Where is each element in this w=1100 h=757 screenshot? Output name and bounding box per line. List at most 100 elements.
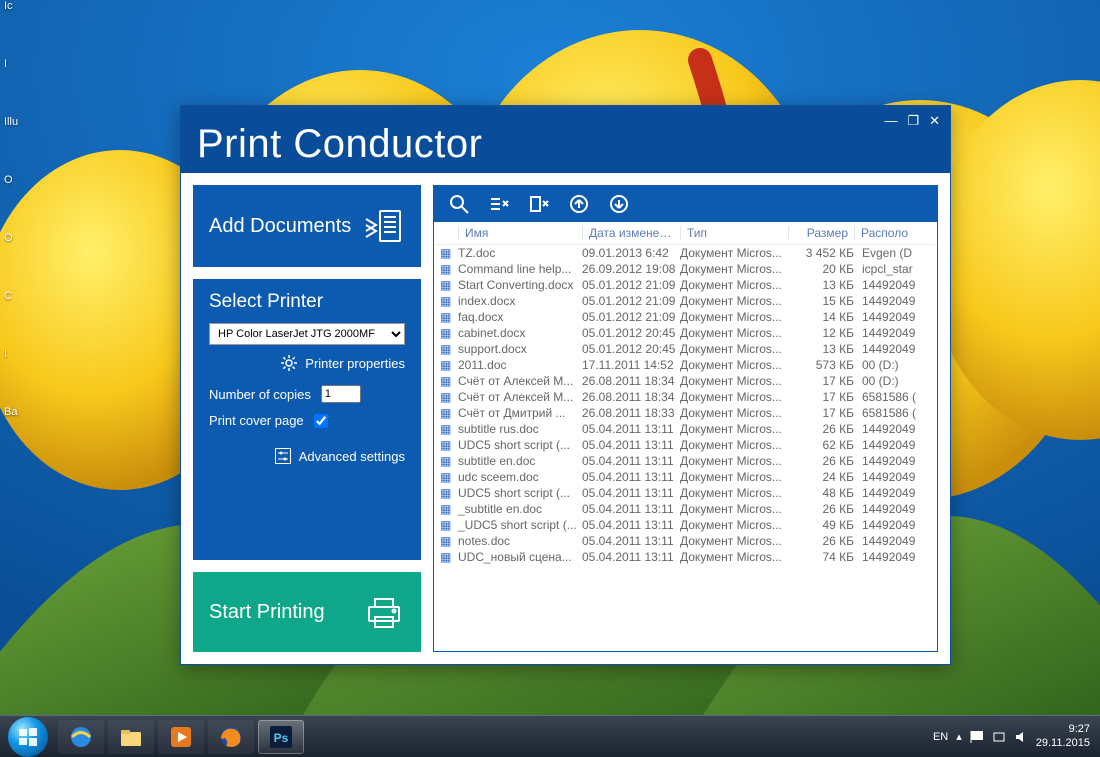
file-row[interactable]: ▦Command line help...26.09.2012 19:08Док… [434,261,937,277]
export-icon [569,194,589,214]
clear-list-button[interactable] [520,190,558,218]
file-row[interactable]: ▦faq.docx05.01.2012 21:09Документ Micros… [434,309,937,325]
search-button[interactable] [440,190,478,218]
word-doc-icon: ▦ [440,534,458,548]
word-doc-icon: ▦ [440,294,458,308]
file-row[interactable]: ▦Start Converting.docx05.01.2012 21:09До… [434,277,937,293]
search-icon [449,194,469,214]
file-list-panel: Имя Дата изменения Тип Размер Располо ▦T… [433,185,938,652]
file-row[interactable]: ▦_subtitle en.doc05.04.2011 13:11Докумен… [434,501,937,517]
ps-icon: Ps [268,724,294,750]
gear-icon [281,355,297,371]
file-row[interactable]: ▦support.docx05.01.2012 20:45Документ Mi… [434,341,937,357]
remove-selected-button[interactable] [480,190,518,218]
word-doc-icon: ▦ [440,486,458,500]
tray-clock[interactable]: 9:27 29.11.2015 [1036,723,1090,751]
advanced-settings-link[interactable]: Advanced settings [209,448,405,464]
word-doc-icon: ▦ [440,326,458,340]
word-doc-icon: ▦ [440,310,458,324]
word-doc-icon: ▦ [440,454,458,468]
file-row[interactable]: ▦UDC5 short script (...05.04.2011 13:11Д… [434,485,937,501]
sliders-icon [275,448,291,464]
desktop-icon-strip: Ic I Illu O O C I Ba [4,0,22,464]
word-doc-icon: ▦ [440,374,458,388]
word-doc-icon: ▦ [440,518,458,532]
file-row[interactable]: ▦subtitle rus.doc05.04.2011 13:11Докумен… [434,421,937,437]
select-printer-panel: Select Printer HP Color LaserJet JTG 200… [193,279,421,560]
app-window: Print Conductor — ❐ ✕ Add Documents Sele… [180,105,951,665]
import-button[interactable] [600,190,638,218]
windows-logo-icon [17,726,39,748]
file-row[interactable]: ▦2011.doc17.11.2011 14:52Документ Micros… [434,357,937,373]
file-row[interactable]: ▦UDC_новый сцена...05.04.2011 13:11Докум… [434,549,937,565]
file-row[interactable]: ▦Счёт от Алексей М...26.08.2011 18:34Док… [434,373,937,389]
file-row[interactable]: ▦subtitle en.doc05.04.2011 13:11Документ… [434,453,937,469]
printer-icon [363,591,405,633]
add-documents-label: Add Documents [209,215,351,238]
cover-page-checkbox[interactable] [314,414,328,428]
word-doc-icon: ▦ [440,390,458,404]
file-row[interactable]: ▦notes.doc05.04.2011 13:11Документ Micro… [434,533,937,549]
col-type: Тип [680,226,788,240]
flag-icon[interactable] [970,730,984,744]
taskbar-ie[interactable] [58,720,104,754]
firefox-icon [218,724,244,750]
word-doc-icon: ▦ [440,262,458,276]
word-doc-icon: ▦ [440,550,458,564]
taskbar-explorer[interactable] [108,720,154,754]
word-doc-icon: ▦ [440,502,458,516]
add-documents-button[interactable]: Add Documents [193,185,421,267]
file-toolbar [434,186,937,222]
word-doc-icon: ▦ [440,406,458,420]
file-row[interactable]: ▦Счёт от Алексей М...26.08.2011 18:34Док… [434,389,937,405]
cover-page-label: Print cover page [209,413,304,428]
printer-select[interactable]: HP Color LaserJet JTG 2000MF [209,323,405,345]
app-title: Print Conductor [197,122,482,167]
word-doc-icon: ▦ [440,470,458,484]
network-icon[interactable] [992,730,1006,744]
word-doc-icon: ▦ [440,278,458,292]
start-printing-label: Start Printing [209,601,325,624]
file-list[interactable]: Имя Дата изменения Тип Размер Располо ▦T… [434,222,937,651]
file-row[interactable]: ▦cabinet.docx05.01.2012 20:45Документ Mi… [434,325,937,341]
word-doc-icon: ▦ [440,246,458,260]
system-tray[interactable]: EN ▴ 9:27 29.11.2015 [933,723,1100,751]
taskbar-photoshop[interactable]: Ps [258,720,304,754]
word-doc-icon: ▦ [440,358,458,372]
maximize-button[interactable]: ❐ [907,114,919,127]
taskbar-firefox[interactable] [208,720,254,754]
export-button[interactable] [560,190,598,218]
taskbar-wmp[interactable] [158,720,204,754]
taskbar: Ps EN ▴ 9:27 29.11.2015 [0,715,1100,757]
copies-input[interactable] [321,385,361,403]
svg-text:Ps: Ps [274,731,289,745]
col-modified: Дата изменения [582,226,680,240]
select-printer-header: Select Printer [209,291,405,313]
file-row[interactable]: ▦TZ.doc09.01.2013 6:42Документ Micros...… [434,245,937,261]
file-list-header[interactable]: Имя Дата изменения Тип Размер Располо [434,222,937,245]
start-button[interactable] [8,717,48,757]
col-location: Располо [854,226,931,240]
file-row[interactable]: ▦udc sceem.doc05.04.2011 13:11Документ M… [434,469,937,485]
list-clear-icon [529,194,549,214]
tray-chevron-icon[interactable]: ▴ [956,730,962,743]
close-button[interactable]: ✕ [929,114,940,127]
tray-lang[interactable]: EN [933,731,948,743]
col-size: Размер [788,226,854,240]
title-bar[interactable]: Print Conductor — ❐ ✕ [181,106,950,173]
folder-icon [118,724,144,750]
import-icon [609,194,629,214]
file-row[interactable]: ▦index.docx05.01.2012 21:09Документ Micr… [434,293,937,309]
volume-icon[interactable] [1014,730,1028,744]
col-name: Имя [458,226,582,240]
start-printing-button[interactable]: Start Printing [193,572,421,652]
word-doc-icon: ▦ [440,438,458,452]
word-doc-icon: ▦ [440,422,458,436]
printer-properties-link[interactable]: Printer properties [209,355,405,371]
add-docs-icon [363,205,405,247]
file-row[interactable]: ▦Счёт от Дмитрий ...26.08.2011 18:33Доку… [434,405,937,421]
file-row[interactable]: ▦UDC5 short script (...05.04.2011 13:11Д… [434,437,937,453]
ie-icon [68,724,94,750]
minimize-button[interactable]: — [884,114,897,127]
file-row[interactable]: ▦_UDC5 short script (...05.04.2011 13:11… [434,517,937,533]
